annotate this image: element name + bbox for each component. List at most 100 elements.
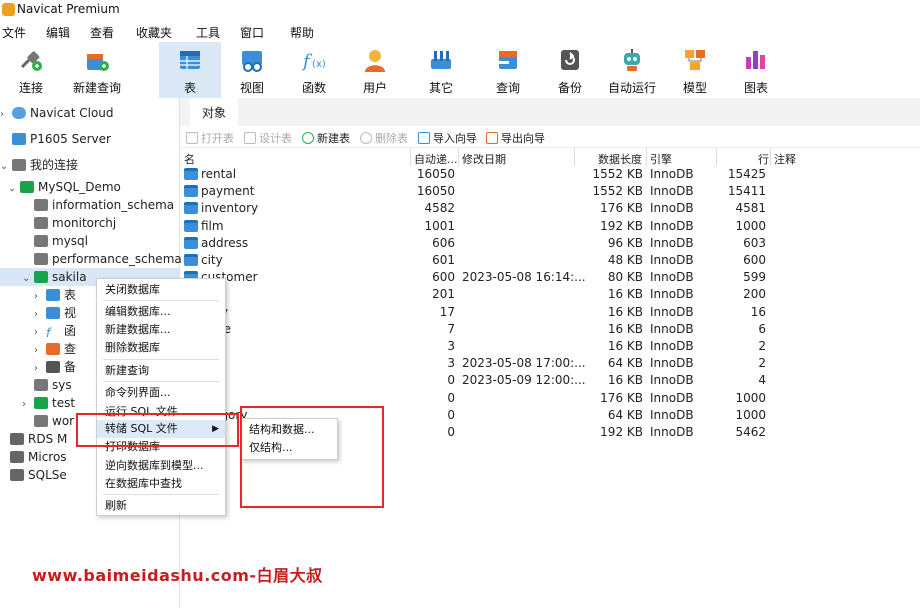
- user-button[interactable]: 用户: [344, 42, 406, 98]
- tree-item-views[interactable]: › 视: [34, 304, 76, 322]
- column-header-name[interactable]: 名: [184, 151, 195, 167]
- table-row[interactable]: customer 600 2023-05-08 16:14:... 80 KB Inno…: [180, 269, 920, 286]
- menu-item-reverse-to-model[interactable]: 逆向数据库到模型...: [97, 457, 225, 475]
- table-row[interactable]: city 601 48 KB InnoDB 600: [180, 252, 920, 269]
- tree-item-queries[interactable]: › 查: [34, 340, 76, 358]
- column-separator[interactable]: [458, 148, 459, 166]
- table-name: rental: [201, 167, 237, 181]
- cell-auto-increment: 1001: [424, 218, 455, 233]
- table-row[interactable]: address 606 96 KB InnoDB 603: [180, 235, 920, 252]
- menu-item-new-query[interactable]: 新建查询: [97, 362, 225, 380]
- toolbar-label: 用户: [362, 81, 387, 95]
- database-icon: [34, 217, 48, 229]
- view-button[interactable]: 视图: [221, 42, 283, 98]
- cell-rows: 4581: [735, 201, 766, 216]
- menu-item-delete-database[interactable]: 删除数据库: [97, 339, 225, 357]
- table-row[interactable]: 0 2023-05-09 12:00:... 16 KB InnoDB 4: [180, 372, 920, 389]
- tree-item-backups[interactable]: › 备: [34, 358, 76, 376]
- menu-edit[interactable]: 编辑: [46, 24, 70, 41]
- tree-item-rds[interactable]: RDS M: [10, 430, 67, 448]
- tree-item-p1605[interactable]: P1605 Server: [0, 130, 111, 148]
- column-separator[interactable]: [716, 148, 717, 166]
- table-row[interactable]: gory1716 KBInnoDB16: [180, 304, 920, 321]
- table-row[interactable]: film 1001 192 KB InnoDB 1000: [180, 218, 920, 235]
- menu-item-command-line[interactable]: 命令列界面...: [97, 384, 225, 402]
- column-header-modified-date[interactable]: 修改日期: [462, 151, 506, 167]
- tree-item-sqlserver[interactable]: SQLSe: [10, 466, 67, 484]
- column-header-rows[interactable]: 行: [758, 151, 769, 167]
- tree-item-navicat-cloud[interactable]: › Navicat Cloud: [0, 104, 114, 122]
- column-header-data-length[interactable]: 数据长度: [598, 151, 642, 167]
- cell-data-length: 16 KB: [607, 339, 643, 353]
- model-button[interactable]: 模型: [664, 42, 726, 98]
- table-row[interactable]: 201 16 KB InnoDB 200: [180, 286, 920, 303]
- view-icon: [46, 307, 60, 319]
- menu-help[interactable]: 帮助: [290, 24, 314, 41]
- tree-item-my-connections[interactable]: ⌄ 我的连接: [0, 156, 78, 174]
- table-icon: [184, 168, 198, 180]
- column-header-auto-increment[interactable]: 自动递...: [414, 151, 458, 167]
- menu-item-edit-database[interactable]: 编辑数据库...: [97, 303, 225, 321]
- export-wizard-button[interactable]: 导出向导: [486, 130, 545, 146]
- column-header-comment[interactable]: 注释: [774, 151, 796, 167]
- tree-item-database[interactable]: performance_schema: [22, 250, 182, 268]
- menu-favorites[interactable]: 收藏夹: [136, 24, 172, 41]
- new-query-button[interactable]: 新建查询: [66, 42, 128, 98]
- tab-objects[interactable]: 对象: [190, 98, 238, 126]
- tree-item-mysql-demo[interactable]: ⌄ MySQL_Demo: [8, 178, 121, 196]
- query-button[interactable]: 查询: [477, 42, 539, 98]
- function-button[interactable]: f (x) 函数: [283, 42, 345, 98]
- column-separator[interactable]: [646, 148, 647, 166]
- menu-item-refresh[interactable]: 刷新: [97, 497, 225, 515]
- toolbar-label: 表: [183, 81, 196, 95]
- cell-data-length: 16 KB: [607, 287, 643, 302]
- cell-data-length: 96 KB: [607, 235, 643, 250]
- table-row[interactable]: text0176 KBInnoDB1000: [180, 390, 920, 407]
- menu-item-find-in-database[interactable]: 在数据库中查找: [97, 475, 225, 493]
- tree-item-functions[interactable]: › f 函: [34, 322, 76, 340]
- backup-button[interactable]: 备份: [539, 42, 601, 98]
- column-separator[interactable]: [410, 148, 411, 166]
- menu-file[interactable]: 文件: [2, 24, 26, 41]
- table-row[interactable]: 3 16 KB InnoDB 2: [180, 338, 920, 355]
- delete-table-button[interactable]: 删除表: [360, 130, 408, 146]
- tree-item-database[interactable]: monitorchj: [22, 214, 116, 232]
- cell-engine: InnoDB: [650, 356, 694, 371]
- tree-item-sys[interactable]: sys: [22, 376, 72, 394]
- tree-item-database[interactable]: mysql: [22, 232, 88, 250]
- cell-engine: InnoDB: [650, 201, 694, 216]
- tree-item-wor[interactable]: wor: [22, 412, 74, 430]
- column-header-engine[interactable]: 引擎: [650, 151, 672, 167]
- table-row[interactable]: uage716 KBInnoDB6: [180, 321, 920, 338]
- table-button[interactable]: 表: [159, 42, 221, 98]
- menu-item-close-database[interactable]: 关闭数据库: [97, 281, 225, 299]
- cell-data-length: 16 KB: [607, 373, 643, 388]
- menu-window[interactable]: 窗口: [240, 24, 264, 41]
- column-separator[interactable]: [574, 148, 575, 166]
- cell-name: payment: [184, 183, 254, 200]
- table-row[interactable]: rental 16050 1552 KB InnoDB 15425: [180, 166, 920, 183]
- table-row[interactable]: 3 2023-05-08 17:00:... 64 KB InnoDB 2: [180, 355, 920, 372]
- tree-item-test[interactable]: › test: [22, 394, 75, 412]
- table-row[interactable]: payment 16050 1552 KB InnoDB 15411: [180, 183, 920, 200]
- connection-icon: [17, 46, 45, 74]
- database-icon: [34, 235, 48, 247]
- other-button[interactable]: 其它: [410, 42, 472, 98]
- database-icon: [34, 415, 48, 427]
- cell-data-length: 16 KB: [607, 321, 643, 336]
- auto-run-button[interactable]: 自动运行: [601, 42, 663, 98]
- chart-button[interactable]: 图表: [725, 42, 787, 98]
- tree-item-tables[interactable]: › 表: [34, 286, 76, 304]
- menu-item-new-database[interactable]: 新建数据库...: [97, 321, 225, 339]
- new-table-button[interactable]: 新建表: [302, 130, 350, 146]
- import-wizard-button[interactable]: 导入向导: [418, 130, 477, 146]
- tree-item-database[interactable]: information_schema: [22, 196, 174, 214]
- connection-button[interactable]: 连接: [0, 42, 62, 98]
- open-table-button[interactable]: 打开表: [186, 130, 234, 146]
- column-separator[interactable]: [770, 148, 771, 166]
- design-table-button[interactable]: 设计表: [244, 130, 292, 146]
- tree-item-microsoft[interactable]: Micros: [10, 448, 67, 466]
- menu-tools[interactable]: 工具: [196, 24, 220, 41]
- menu-view[interactable]: 查看: [90, 24, 114, 41]
- table-row[interactable]: inventory 4582 176 KB InnoDB 4581: [180, 200, 920, 217]
